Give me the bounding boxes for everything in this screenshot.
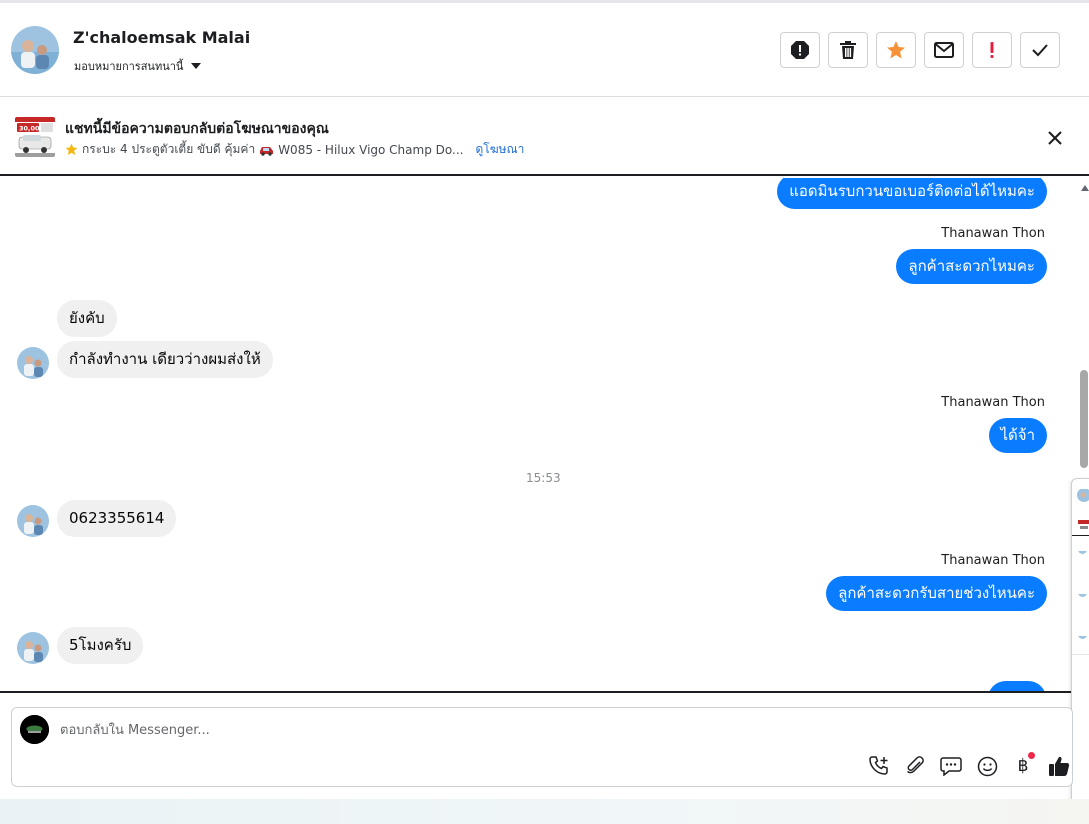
message-composer: ฿ xyxy=(11,707,1073,787)
page-footer-background xyxy=(0,799,1089,824)
saved-replies-button[interactable] xyxy=(939,754,963,778)
contact-name: Z'chaloemsak Malai xyxy=(73,28,251,47)
call-request-button[interactable] xyxy=(867,754,891,778)
notification-dot xyxy=(1028,752,1035,759)
report-button[interactable] xyxy=(780,32,820,68)
contact-avatar[interactable] xyxy=(11,26,59,74)
list-item-avatar[interactable] xyxy=(1078,588,1087,597)
check-icon xyxy=(1032,44,1048,57)
message-incoming[interactable]: 5โมงครับ xyxy=(57,627,144,664)
ad-description: กระบะ 4 ประตูตัวเตี้ย ขับดี คุ้มค่า W085… xyxy=(65,140,524,159)
mark-done-button[interactable] xyxy=(1020,32,1060,68)
composer-toolbar: ฿ xyxy=(867,752,1071,778)
call-add-icon xyxy=(869,756,888,775)
emoji-icon xyxy=(977,756,997,776)
saved-reply-icon xyxy=(940,757,962,776)
list-item-ad-thumb[interactable] xyxy=(1078,517,1089,529)
caret-down-icon xyxy=(191,63,202,69)
reply-input[interactable] xyxy=(60,720,960,740)
follow-up-button[interactable] xyxy=(972,32,1012,68)
message-outgoing[interactable]: แอดมินรบกวนขอเบอร์ติดต่อได้ไหมคะ xyxy=(777,178,1047,209)
conversation-header: Z'chaloemsak Malai มอบหมายการสนทนานี้ xyxy=(0,3,1089,97)
assign-label: มอบหมายการสนทนานี้ xyxy=(74,60,184,73)
delete-button[interactable] xyxy=(828,32,868,68)
sender-name: Thanawan Thon xyxy=(941,395,1045,410)
mark-unread-button[interactable] xyxy=(924,32,964,68)
page-avatar xyxy=(20,715,49,744)
baht-icon: ฿ xyxy=(1017,756,1029,776)
list-item-avatar[interactable] xyxy=(1078,630,1087,639)
message-outgoing-partial[interactable] xyxy=(988,681,1046,691)
list-item-avatar[interactable] xyxy=(1078,545,1087,554)
ad-banner-title: แชทนี้มีข้อความตอบกลับต่อโฆษณาของคุณ xyxy=(65,121,329,137)
message-outgoing[interactable]: ลูกค้าสะดวกรับสายช่วงไหนคะ xyxy=(826,576,1047,611)
like-button[interactable] xyxy=(1047,754,1071,778)
exclamation-icon xyxy=(990,42,994,58)
contact-avatar-small xyxy=(17,505,49,537)
close-banner-button[interactable] xyxy=(1044,127,1066,149)
contact-avatar-small xyxy=(17,347,49,379)
message-outgoing[interactable]: ลูกค้าสะดวกไหมคะ xyxy=(896,249,1047,284)
attach-button[interactable] xyxy=(903,754,927,778)
scrollbar-thumb[interactable] xyxy=(1080,370,1088,468)
sender-name: Thanawan Thon xyxy=(941,226,1045,241)
list-item-avatar[interactable] xyxy=(1077,488,1089,502)
message-timestamp: 15:53 xyxy=(526,471,561,485)
assign-conversation-dropdown[interactable]: มอบหมายการสนทนานี้ xyxy=(74,57,202,75)
ad-thumbnail[interactable]: 30,000 xyxy=(15,117,55,157)
thumbs-up-icon xyxy=(1049,756,1070,776)
ad-text: กระบะ 4 ประตูตัวเตี้ย ขับดี คุ้มค่า xyxy=(82,142,256,156)
report-icon xyxy=(791,41,809,59)
message-outgoing[interactable]: ได้จ้า xyxy=(988,418,1047,453)
paperclip-icon xyxy=(906,756,924,774)
list-divider xyxy=(1072,654,1089,655)
trash-icon xyxy=(840,41,856,59)
scroll-up-arrow-icon[interactable] xyxy=(1081,185,1089,191)
payment-button[interactable]: ฿ xyxy=(1011,752,1035,778)
car-emoji-icon xyxy=(260,146,274,156)
sender-name: Thanawan Thon xyxy=(941,553,1045,568)
message-thread[interactable]: แอดมินรบกวนขอเบอร์ติดต่อได้ไหมคะ Thanawa… xyxy=(0,178,1089,693)
close-icon xyxy=(1048,131,1062,145)
envelope-icon xyxy=(934,42,954,58)
message-incoming[interactable]: 0623355614 xyxy=(57,500,177,537)
star-icon xyxy=(887,41,905,59)
view-ad-link[interactable]: ดูโฆษณา xyxy=(475,140,524,159)
header-actions xyxy=(780,32,1060,68)
emoji-button[interactable] xyxy=(975,754,999,778)
ad-thumb-price: 30,000 xyxy=(19,125,45,133)
message-incoming[interactable]: ยังคับ xyxy=(57,300,117,337)
contact-avatar-small xyxy=(17,632,49,664)
star-button[interactable] xyxy=(876,32,916,68)
ad-reply-banner: 30,000 แชทนี้มีข้อความตอบกลับต่อโฆษณาของ… xyxy=(0,98,1089,176)
list-divider xyxy=(1072,535,1089,536)
ad-model: W085 - Hilux Vigo Champ Do... xyxy=(278,142,464,157)
message-incoming[interactable]: กำลังทำงาน เดียวว่างผมส่งให้ xyxy=(57,341,273,378)
star-emoji-icon xyxy=(65,143,78,156)
conversation-list-panel[interactable] xyxy=(1071,478,1089,814)
